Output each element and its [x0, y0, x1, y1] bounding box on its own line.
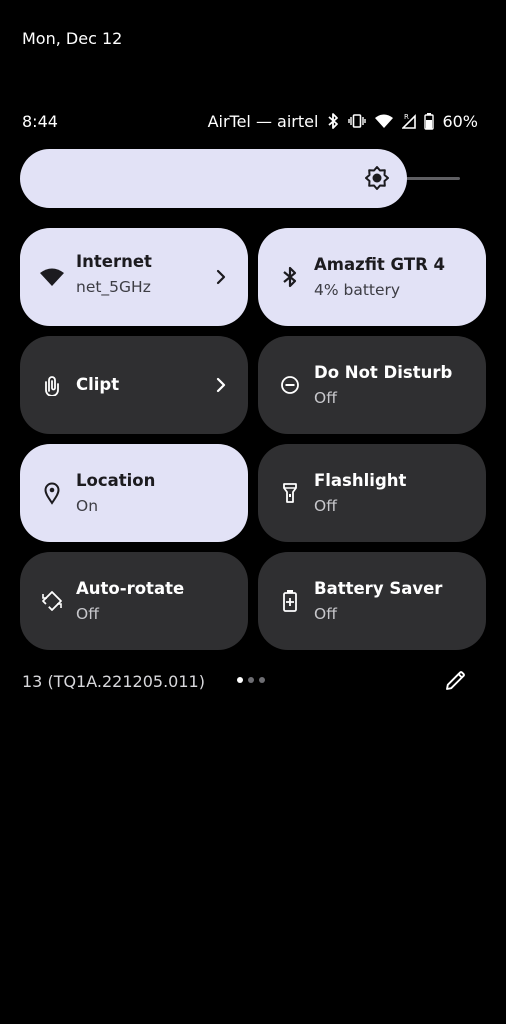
tile-subtitle: Off: [314, 604, 337, 623]
page-dot: [237, 677, 243, 683]
tile-flashlight[interactable]: Flashlight Off: [258, 444, 486, 542]
quick-tiles-grid: Internet net_5GHz Amazfit GTR 4 4% batte…: [20, 228, 486, 650]
tile-clipt[interactable]: Clipt: [20, 336, 248, 434]
wifi-icon: [374, 113, 394, 129]
page-indicator: [237, 677, 265, 683]
status-bar: 8:44 AirTel — airtel R 60%: [22, 108, 478, 134]
bluetooth-icon: [277, 264, 303, 290]
tile-internet[interactable]: Internet net_5GHz: [20, 228, 248, 326]
date-label[interactable]: Mon, Dec 12: [22, 29, 122, 48]
tile-title: Do Not Disturb: [314, 362, 453, 382]
tile-do-not-disturb[interactable]: Do Not Disturb Off: [258, 336, 486, 434]
battery-percent: 60%: [442, 111, 478, 131]
chevron-right-icon: [214, 266, 228, 288]
dnd-icon: [277, 372, 303, 398]
carrier-label: AirTel — airtel: [207, 111, 319, 131]
tile-location[interactable]: Location On: [20, 444, 248, 542]
battery-icon: [424, 112, 435, 130]
tile-subtitle: Off: [314, 496, 337, 515]
tile-subtitle: On: [76, 496, 99, 515]
tile-subtitle: Off: [314, 388, 337, 407]
edit-button[interactable]: [443, 669, 467, 693]
chevron-right-icon: [214, 374, 228, 396]
bluetooth-icon: [326, 112, 340, 130]
flashlight-icon: [277, 480, 303, 506]
cell-signal-icon: R: [402, 112, 417, 130]
vibrate-icon: [348, 113, 367, 129]
tile-subtitle: 4% battery: [314, 280, 401, 299]
rotate-icon: [39, 588, 65, 614]
wifi-icon: [39, 264, 65, 290]
tile-subtitle-text: net_5GHz: [76, 277, 151, 296]
tile-auto-rotate[interactable]: Auto-rotate Off: [20, 552, 248, 650]
tile-subtitle: Off: [76, 604, 99, 623]
tile-title: Location: [76, 470, 156, 490]
tile-title: Battery Saver: [314, 578, 443, 598]
tile-bluetooth[interactable]: Amazfit GTR 4 4% battery: [258, 228, 486, 326]
quick-settings-panel: Mon, Dec 12 8:44 AirTel — airtel R 60% I…: [0, 0, 506, 1024]
build-number[interactable]: 13 (TQ1A.221205.011): [22, 672, 205, 691]
tile-title: Flashlight: [314, 470, 407, 490]
clock[interactable]: 8:44: [22, 112, 58, 131]
battery-saver-icon: [277, 588, 303, 614]
tile-battery-saver[interactable]: Battery Saver Off: [258, 552, 486, 650]
brightness-slider[interactable]: [20, 149, 486, 208]
pencil-icon: [446, 671, 465, 690]
status-right: AirTel — airtel R 60%: [208, 112, 478, 131]
page-dot: [259, 677, 265, 683]
page-dot: [248, 677, 254, 683]
tile-title: Auto-rotate: [76, 578, 185, 598]
brightness-icon: [364, 165, 390, 191]
brightness-fill[interactable]: [20, 149, 407, 208]
tile-title: Amazfit GTR 4: [314, 254, 446, 274]
location-icon: [39, 480, 65, 506]
svg-text:R: R: [404, 113, 409, 121]
clip-icon: [39, 372, 65, 398]
